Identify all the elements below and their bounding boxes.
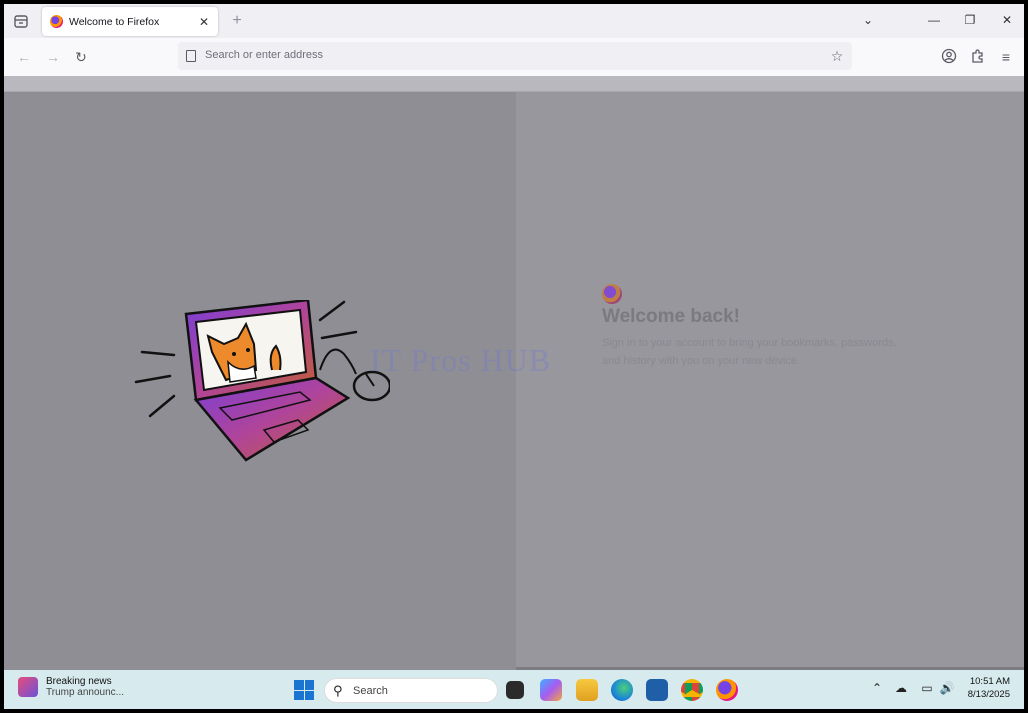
welcome-description-line1: Sign in to your account to bring your bo… xyxy=(602,337,897,349)
fox-laptop-illustration xyxy=(134,300,390,462)
page-content: Welcome back! Sign in to your account to… xyxy=(4,92,1024,670)
toolbar-divider xyxy=(4,76,1024,92)
search-icon: ⚲ xyxy=(333,683,343,698)
nav-toolbar: ← → ↻ Search or enter address ☆ ≡ xyxy=(4,38,1024,76)
page-icon xyxy=(186,50,196,62)
show-hidden-icons-icon[interactable]: ⌃ xyxy=(868,681,886,695)
address-bar[interactable]: Search or enter address ☆ xyxy=(178,42,852,70)
forward-icon[interactable]: → xyxy=(44,48,62,66)
taskbar-search-label: Search xyxy=(353,685,388,697)
firefox-logo-icon xyxy=(602,284,622,304)
store-icon[interactable] xyxy=(646,679,668,701)
start-button[interactable] xyxy=(294,680,314,700)
volume-icon[interactable]: 🔊 xyxy=(938,681,956,695)
firefox-view-icon[interactable] xyxy=(12,12,30,30)
taskbar-search[interactable]: ⚲ Search xyxy=(324,678,498,703)
watermark: IT Pros HUB xyxy=(370,342,552,378)
tab-title: Welcome to Firefox xyxy=(69,15,160,28)
bookmark-star-icon[interactable]: ☆ xyxy=(828,47,846,65)
screen: Welcome to Firefox ✕ + ⌄ — ❐ ✕ ← → ↻ Sea… xyxy=(4,4,1024,709)
news-widget[interactable]: Breaking news Trump announc... xyxy=(18,676,124,698)
welcome-description-line2: and history with you on your new device. xyxy=(602,355,801,367)
news-icon xyxy=(18,677,38,697)
tab-strip: Welcome to Firefox ✕ + ⌄ — ❐ ✕ xyxy=(4,4,1024,38)
clock-time: 10:51 AM xyxy=(969,676,1010,687)
clock[interactable]: 10:51 AM 8/13/2025 xyxy=(968,675,1010,701)
clock-date: 8/13/2025 xyxy=(967,689,1010,700)
reload-icon[interactable]: ↻ xyxy=(72,48,90,66)
task-view-icon[interactable] xyxy=(506,681,524,699)
news-headline: Breaking news xyxy=(46,676,112,687)
welcome-pane: Welcome back! Sign in to your account to… xyxy=(516,92,1024,670)
edge-icon[interactable] xyxy=(611,679,633,701)
copilot-icon[interactable] xyxy=(540,679,562,701)
firefox-icon xyxy=(50,15,63,28)
minimize-icon[interactable]: — xyxy=(922,10,946,30)
restore-icon[interactable]: ❐ xyxy=(958,10,982,30)
onedrive-icon[interactable]: ☁ xyxy=(892,681,910,695)
close-tab-icon[interactable]: ✕ xyxy=(196,14,212,30)
address-placeholder: Search or enter address xyxy=(205,49,324,61)
chrome-icon[interactable] xyxy=(681,679,703,701)
extensions-icon[interactable] xyxy=(969,48,987,66)
network-icon[interactable]: ▭ xyxy=(918,681,936,695)
welcome-block: Welcome back! Sign in to your account to… xyxy=(602,284,942,370)
menu-icon[interactable]: ≡ xyxy=(997,48,1015,66)
account-icon[interactable] xyxy=(940,48,958,66)
file-explorer-icon[interactable] xyxy=(576,679,598,701)
tab-welcome[interactable]: Welcome to Firefox ✕ xyxy=(42,7,218,36)
welcome-heading: Welcome back! xyxy=(602,306,740,327)
news-subtitle: Trump announc... xyxy=(46,687,125,698)
new-tab-icon[interactable]: + xyxy=(228,12,246,30)
tab-list-chevron-icon[interactable]: ⌄ xyxy=(856,10,880,30)
illustration-pane xyxy=(4,92,516,670)
close-window-icon[interactable]: ✕ xyxy=(995,10,1019,30)
firefox-icon[interactable] xyxy=(716,679,738,701)
taskbar: Breaking news Trump announc... ⚲ Search … xyxy=(4,670,1024,709)
welcome-description: Sign in to your account to bring your bo… xyxy=(602,334,942,370)
back-icon[interactable]: ← xyxy=(15,48,33,66)
